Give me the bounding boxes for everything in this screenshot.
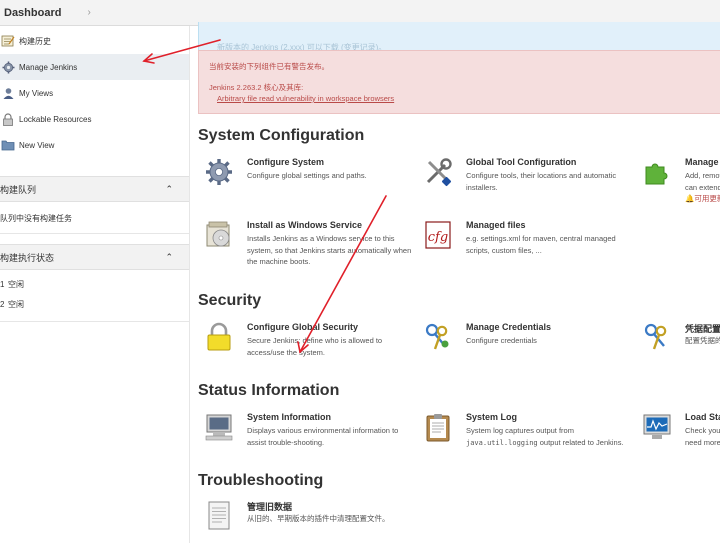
annotation-arrow-to-sidebar <box>143 39 221 62</box>
annotation-arrow-to-security <box>299 195 387 353</box>
annotation-arrows <box>142 39 387 354</box>
